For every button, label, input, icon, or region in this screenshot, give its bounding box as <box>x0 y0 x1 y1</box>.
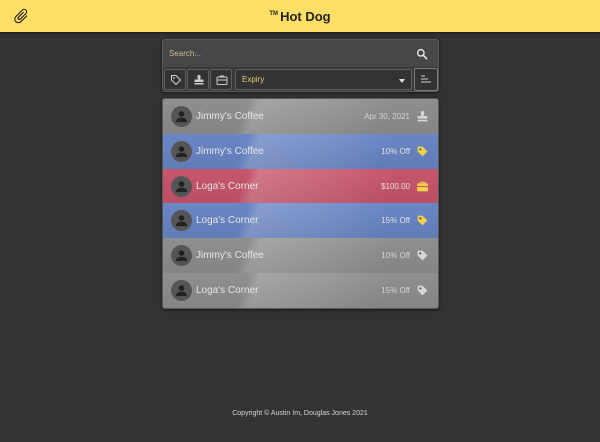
card-list-item[interactable]: Loga's Corner $100.00 <box>163 168 438 204</box>
search-input[interactable] <box>169 46 404 61</box>
card-list-item[interactable]: Jimmy's Coffee 10% Off <box>163 133 438 169</box>
avatar <box>171 210 192 232</box>
person-icon <box>175 180 188 192</box>
card-value: $100.00 <box>381 181 410 191</box>
sort-select[interactable]: Expiry <box>235 69 412 90</box>
chevron-down-icon <box>399 79 405 83</box>
filter-coupon-button[interactable] <box>164 69 186 90</box>
top-bar: TM Hot Dog <box>0 0 600 32</box>
trademark-mark: TM <box>269 11 279 17</box>
avatar <box>171 140 192 162</box>
tag-icon <box>416 145 429 158</box>
tag-icon <box>416 284 429 297</box>
merchant-name: Jimmy's Coffee <box>196 145 264 157</box>
app-title: Hot Dog <box>280 9 331 24</box>
avatar <box>171 280 192 301</box>
filter-stamp-card-button[interactable] <box>187 69 209 90</box>
merchant-name: Loga's Corner <box>196 215 259 227</box>
sort-icon <box>421 75 431 83</box>
stamp-icon <box>416 110 429 123</box>
avatar <box>171 245 192 267</box>
card-value: 10% Off <box>381 251 410 261</box>
avatar <box>171 106 192 127</box>
gift-card-icon <box>216 75 228 85</box>
card-list-item[interactable]: Jimmy's Coffee Apr 30, 2021 <box>163 99 438 134</box>
footer-copyright: Copyright © Austin Im, Douglas Jones 202… <box>232 410 368 417</box>
card-list: Jimmy's Coffee Apr 30, 2021 Jimmy's Coffee… <box>162 98 439 309</box>
gift-card-icon <box>416 180 429 193</box>
app-brand[interactable]: TM Hot Dog <box>0 8 600 26</box>
merchant-name: Loga's Corner <box>196 285 259 296</box>
merchant-name: Jimmy's Coffee <box>196 111 264 122</box>
person-icon <box>175 250 188 262</box>
person-icon <box>175 285 188 297</box>
person-icon <box>175 145 188 157</box>
card-value: Apr 30, 2021 <box>364 112 410 121</box>
filter-row: Expiry <box>163 68 438 91</box>
tag-icon <box>416 214 429 227</box>
avatar <box>171 175 192 197</box>
tag-icon <box>416 249 429 262</box>
merchant-name: Loga's Corner <box>196 180 259 192</box>
card-list-item[interactable]: Loga's Corner 15% Off <box>163 203 438 239</box>
person-icon <box>175 111 188 123</box>
card-value: 15% Off <box>381 216 410 226</box>
sort-order-button[interactable] <box>414 68 438 91</box>
filter-gift-card-button[interactable] <box>210 69 232 90</box>
sort-select-value: Expiry <box>242 75 265 84</box>
card-value: 10% Off <box>381 146 410 156</box>
person-icon <box>175 215 188 227</box>
search-filter-panel: Expiry <box>162 39 439 92</box>
search-bar <box>163 40 438 67</box>
card-list-item[interactable]: Jimmy's Coffee 10% Off <box>163 238 438 274</box>
card-list-item[interactable]: Loga's Corner 15% Off <box>163 273 438 308</box>
search-icon[interactable] <box>415 47 429 61</box>
card-value: 15% Off <box>381 286 410 295</box>
tag-icon <box>170 74 182 86</box>
stamp-icon <box>194 75 204 85</box>
merchant-name: Jimmy's Coffee <box>196 250 264 262</box>
